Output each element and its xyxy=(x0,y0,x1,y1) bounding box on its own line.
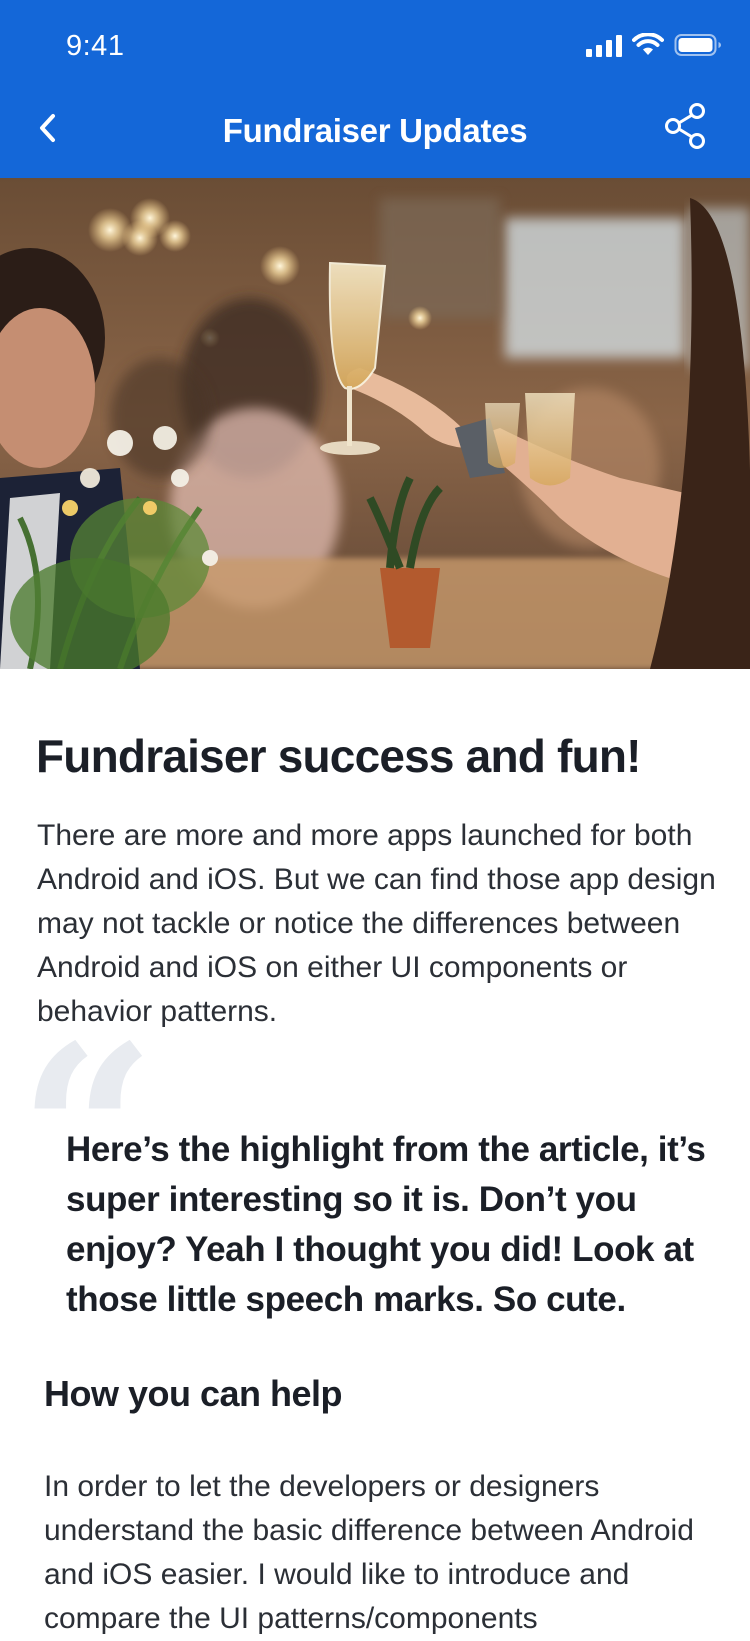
wifi-icon xyxy=(632,33,664,55)
section-heading: How you can help xyxy=(44,1373,343,1414)
share-icon xyxy=(665,103,705,149)
status-time: 9:41 xyxy=(66,30,125,62)
section-body: In order to let the developers or design… xyxy=(44,1470,694,1635)
toast-photo xyxy=(0,178,750,669)
navigation-bar: Fundraiser Updates xyxy=(0,90,750,178)
battery-icon xyxy=(674,34,721,56)
share-button[interactable] xyxy=(658,98,714,154)
article-intro: There are more and more apps launched fo… xyxy=(37,819,716,1028)
status-bar: 9:41 xyxy=(0,0,750,90)
cellular-signal-icon xyxy=(586,35,622,57)
hero-image xyxy=(0,178,750,669)
article-title: Fundraiser success and fun! xyxy=(36,730,641,782)
article-content: Fundraiser success and fun! There are mo… xyxy=(0,669,750,1635)
app-header: 9:41 Fundraiser Updates xyxy=(0,0,750,178)
pull-quote: Here’s the highlight from the article, i… xyxy=(66,1130,706,1319)
status-icons xyxy=(586,33,722,57)
page-title: Fundraiser Updates xyxy=(222,112,528,149)
